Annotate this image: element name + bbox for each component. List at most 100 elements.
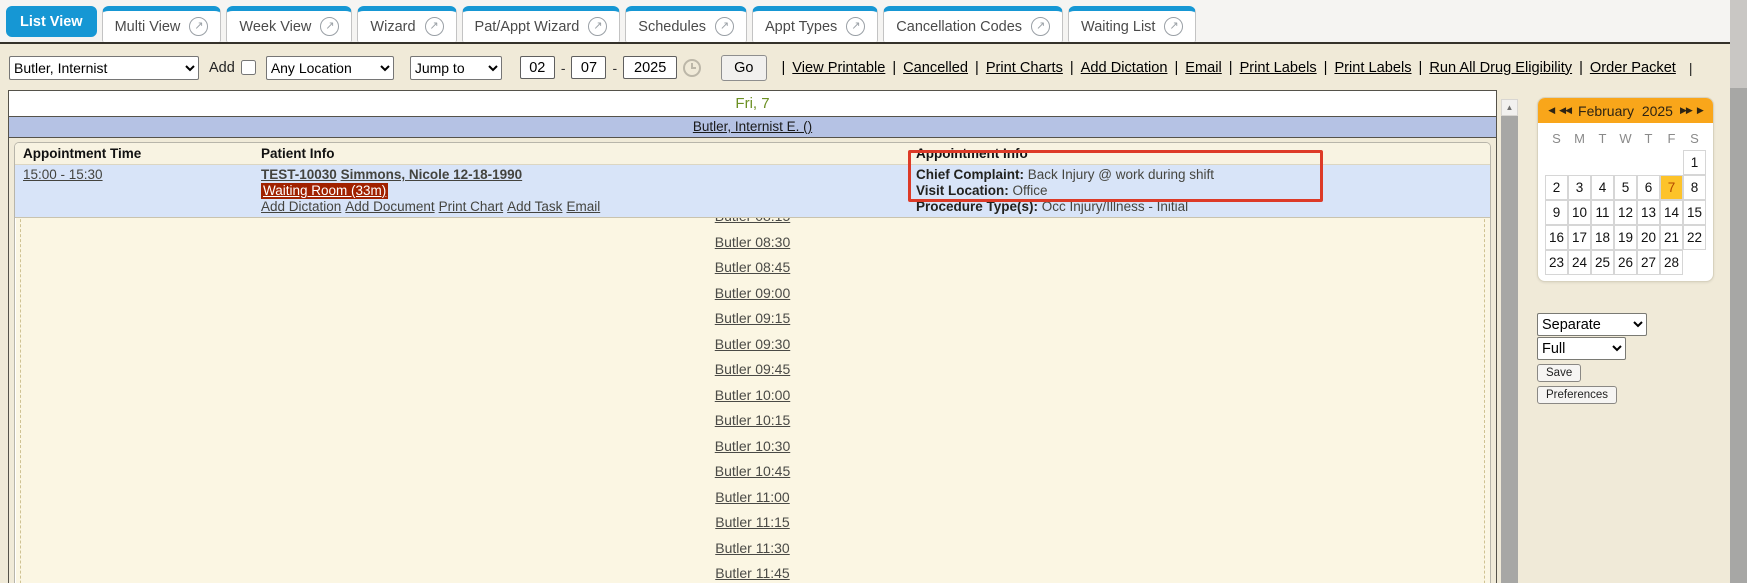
calendar-day-cell[interactable]: 26 xyxy=(1614,250,1637,275)
add-checkbox[interactable] xyxy=(241,60,256,75)
open-in-new-icon[interactable]: ↗ xyxy=(1031,17,1050,36)
patient-action-link[interactable]: Add Document xyxy=(345,199,434,214)
next-year-icon[interactable]: ▶ xyxy=(1697,105,1703,116)
date-year-input[interactable] xyxy=(623,56,677,79)
patient-action-link[interactable]: Add Task xyxy=(507,199,562,214)
open-slot-link[interactable]: Butler 11:00 xyxy=(21,485,1484,511)
open-slot-link[interactable]: Butler 09:45 xyxy=(21,357,1484,383)
calendar-day-cell[interactable]: 8 xyxy=(1683,175,1706,200)
prev-month-icon[interactable]: ◀◀ xyxy=(1559,105,1571,116)
content-scrollbar[interactable]: ▲ xyxy=(1501,99,1518,583)
open-slot-link[interactable]: Butler 11:15 xyxy=(21,510,1484,536)
toolbar-link[interactable]: View Printable xyxy=(792,60,885,76)
window-scrollbar-thumb[interactable] xyxy=(1730,88,1747,583)
tab[interactable]: Wizard ↗ xyxy=(357,6,456,42)
tab[interactable]: List View ↗ xyxy=(6,6,97,37)
calendar-day-cell[interactable]: 4 xyxy=(1591,175,1614,200)
tab[interactable]: Appt Types ↗ xyxy=(752,6,878,42)
calendar-day-cell[interactable]: 6 xyxy=(1637,175,1660,200)
open-slot-link[interactable]: Butler 10:30 xyxy=(21,434,1484,460)
provider-header-link[interactable]: Butler, Internist E. () xyxy=(693,119,812,134)
patient-action-link[interactable]: Print Chart xyxy=(439,199,504,214)
toolbar-link[interactable]: Print Labels xyxy=(1240,60,1317,76)
calendar-day-cell[interactable]: 11 xyxy=(1591,200,1614,225)
toolbar-link[interactable]: Email xyxy=(1185,60,1222,76)
go-button[interactable]: Go xyxy=(721,55,766,81)
calendar-day-cell[interactable]: 24 xyxy=(1568,250,1591,275)
tab[interactable]: Cancellation Codes ↗ xyxy=(883,6,1063,42)
appointment-time-link[interactable]: 15:00 - 15:30 xyxy=(23,167,103,182)
calendar-day-cell[interactable]: 13 xyxy=(1637,200,1660,225)
open-slot-link[interactable]: Butler 09:30 xyxy=(21,332,1484,358)
open-slot-link[interactable]: Butler 09:00 xyxy=(21,281,1484,307)
clock-icon[interactable] xyxy=(683,59,701,77)
calendar-day-cell[interactable]: 2 xyxy=(1545,175,1568,200)
open-slot-link[interactable]: Butler 10:15 xyxy=(21,408,1484,434)
open-slot-link[interactable]: Butler 10:00 xyxy=(21,383,1484,409)
open-slot-link[interactable]: Butler 08:45 xyxy=(21,255,1484,281)
size-mode-select[interactable]: Full xyxy=(1537,337,1626,360)
toolbar-link[interactable]: Cancelled xyxy=(903,60,968,76)
calendar-day-cell[interactable]: 15 xyxy=(1683,200,1706,225)
patient-action-link[interactable]: Email xyxy=(566,199,600,214)
toolbar-link[interactable]: Add Dictation xyxy=(1081,60,1168,76)
tab[interactable]: Week View ↗ xyxy=(226,6,352,42)
open-slot-link[interactable]: Butler 11:45 xyxy=(21,561,1484,583)
open-slot-link[interactable]: Butler 10:45 xyxy=(21,459,1484,485)
calendar-day-cell[interactable]: 18 xyxy=(1591,225,1614,250)
open-in-new-icon[interactable]: ↗ xyxy=(588,17,607,36)
open-slot-link[interactable]: Butler 11:30 xyxy=(21,536,1484,562)
window-scrollbar[interactable] xyxy=(1730,0,1747,583)
calendar-day-cell[interactable]: 21 xyxy=(1660,225,1683,250)
calendar-day-cell[interactable]: 17 xyxy=(1568,225,1591,250)
scroll-up-icon[interactable]: ▲ xyxy=(1501,99,1518,116)
open-in-new-icon[interactable]: ↗ xyxy=(189,17,208,36)
prev-year-icon[interactable]: ◀ xyxy=(1548,105,1554,116)
calendar-day-cell[interactable]: 19 xyxy=(1614,225,1637,250)
location-select[interactable]: Any Location xyxy=(266,56,394,80)
calendar-day-cell[interactable]: 16 xyxy=(1545,225,1568,250)
calendar-day-cell[interactable]: 1 xyxy=(1683,150,1706,175)
open-in-new-icon[interactable]: ↗ xyxy=(425,17,444,36)
toolbar-link[interactable]: Print Labels xyxy=(1334,60,1411,76)
calendar-day-cell[interactable]: 10 xyxy=(1568,200,1591,225)
save-button[interactable]: Save xyxy=(1537,364,1581,382)
calendar-day-cell[interactable]: 3 xyxy=(1568,175,1591,200)
calendar-day-cell[interactable]: 28 xyxy=(1660,250,1683,275)
tab[interactable]: Multi View ↗ xyxy=(102,6,222,42)
calendar-day-cell[interactable]: 25 xyxy=(1591,250,1614,275)
open-in-new-icon[interactable]: ↗ xyxy=(1164,17,1183,36)
open-slot-link[interactable]: Butler 09:15 xyxy=(21,306,1484,332)
scrollbar-thumb[interactable] xyxy=(1501,116,1518,583)
calendar-day-cell[interactable]: 5 xyxy=(1614,175,1637,200)
calendar-day-cell[interactable]: 27 xyxy=(1637,250,1660,275)
calendar-day-cell[interactable]: 12 xyxy=(1614,200,1637,225)
waiting-room-status-badge[interactable]: Waiting Room (33m) xyxy=(261,183,388,199)
jump-to-select[interactable]: Jump to xyxy=(410,56,502,80)
calendar-day-cell[interactable]: 20 xyxy=(1637,225,1660,250)
toolbar-link[interactable]: Print Charts xyxy=(986,60,1063,76)
preferences-button[interactable]: Preferences xyxy=(1537,386,1617,404)
toolbar-link[interactable]: Order Packet xyxy=(1590,60,1676,76)
open-in-new-icon[interactable]: ↗ xyxy=(846,17,865,36)
tab[interactable]: Pat/Appt Wizard ↗ xyxy=(462,6,621,42)
date-month-input[interactable] xyxy=(520,56,555,79)
calendar-day-cell[interactable]: 14 xyxy=(1660,200,1683,225)
tab[interactable]: Schedules ↗ xyxy=(625,6,747,42)
calendar-day-cell[interactable]: 7 xyxy=(1660,175,1683,200)
patient-id-link[interactable]: TEST-10030 xyxy=(261,167,337,182)
date-day-input[interactable] xyxy=(571,56,606,79)
calendar-day-cell[interactable]: 9 xyxy=(1545,200,1568,225)
open-slot-link[interactable]: Butler 08:30 xyxy=(21,230,1484,256)
calendar-day-cell[interactable]: 23 xyxy=(1545,250,1568,275)
open-in-new-icon[interactable]: ↗ xyxy=(320,17,339,36)
calendar-day-cell[interactable]: 22 xyxy=(1683,225,1706,250)
patient-action-link[interactable]: Add Dictation xyxy=(261,199,341,214)
patient-name-link[interactable]: Simmons, Nicole 12-18-1990 xyxy=(341,167,523,182)
layout-mode-select[interactable]: Separate xyxy=(1537,313,1647,336)
toolbar-link[interactable]: Run All Drug Eligibility xyxy=(1429,60,1572,76)
provider-select[interactable]: Butler, Internist xyxy=(9,56,199,80)
open-in-new-icon[interactable]: ↗ xyxy=(715,17,734,36)
tab[interactable]: Waiting List ↗ xyxy=(1068,6,1196,42)
next-month-icon[interactable]: ▶▶ xyxy=(1680,105,1692,116)
